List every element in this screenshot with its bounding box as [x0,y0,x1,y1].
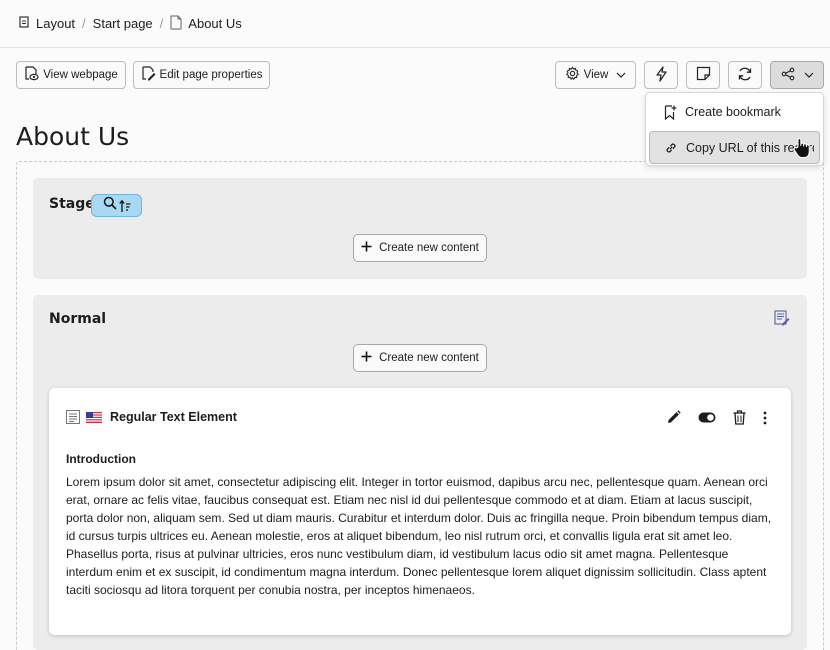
search-sort-badge[interactable] [91,194,142,217]
element-body: Introduction Lorem ipsum dolor sit amet,… [66,452,774,599]
view-webpage-button[interactable]: View webpage [16,61,126,89]
search-icon [103,196,117,215]
lightning-icon [655,65,668,85]
breadcrumb-separator: / [159,16,164,31]
us-flag-icon [86,411,102,423]
breadcrumb-item-layout[interactable]: Layout [18,16,75,31]
breadcrumb: Layout / Start page / About Us [0,0,830,48]
link-icon [664,141,686,155]
edit-page-properties-button[interactable]: Edit page properties [133,61,270,89]
document-icon [170,15,188,33]
sticky-note-icon [696,66,711,84]
breadcrumb-item-about-us[interactable]: About Us [170,15,242,33]
breadcrumb-separator: / [82,16,86,31]
note-button[interactable] [686,61,720,89]
plus-icon [361,241,379,255]
reload-button[interactable] [728,61,762,89]
column-stage: Stage Create new content [33,178,807,279]
text-element-icon [66,410,80,424]
plus-icon [361,351,379,365]
card-actions [649,410,767,425]
menu-item-create-bookmark[interactable]: Create bookmark [649,96,820,128]
lightning-button[interactable] [644,61,678,89]
element-heading: Introduction [66,452,136,466]
toggle-icon[interactable] [698,412,716,423]
chevron-down-icon [616,72,626,78]
view-dropdown-button[interactable]: View [555,61,636,89]
column-title: Normal [49,311,107,327]
more-options-icon[interactable] [763,411,767,425]
gear-icon [565,66,580,84]
edit-document-icon [141,66,156,84]
create-new-content-button[interactable]: Create new content [353,344,487,372]
content-element-card: Regular Text Element Introduction Lorem … [49,388,791,635]
breadcrumb-item-start-page[interactable]: Start page [93,16,153,31]
page-icon [18,16,36,31]
share-icon [781,67,795,84]
element-title: Regular Text Element [110,410,237,424]
create-new-content-button[interactable]: Create new content [353,234,487,262]
column-title: Stage [49,196,95,212]
eye-document-icon [24,66,39,84]
element-text: Lorem ipsum dolor sit amet, consectetur … [66,475,772,597]
bookmark-plus-icon [664,104,685,120]
sort-icon [118,199,131,213]
pencil-icon[interactable] [666,410,681,425]
hand-cursor-icon [792,137,812,159]
refresh-icon [737,66,753,85]
edit-column-icon[interactable] [774,310,790,326]
chevron-down-icon [804,72,814,78]
page-title: About Us [16,122,130,151]
trash-icon[interactable] [733,410,746,425]
share-dropdown-button[interactable] [770,61,824,89]
card-header: Regular Text Element [66,410,237,424]
